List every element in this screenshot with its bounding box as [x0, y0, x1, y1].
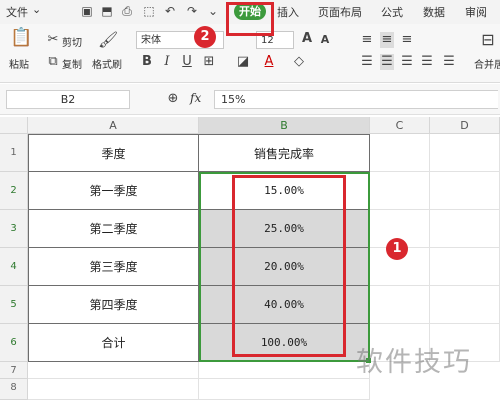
menu-file[interactable]: 文件: [6, 4, 28, 20]
row-header-5[interactable]: 5: [0, 286, 28, 324]
paste-icon[interactable]: 📋: [10, 29, 32, 47]
formula-bar: B2 ⊕ fx 15%: [0, 84, 500, 115]
italic-icon[interactable]: I: [160, 54, 174, 70]
cell-b7[interactable]: [199, 362, 370, 379]
annotation-box-home-tab: [226, 2, 274, 36]
row-header-7[interactable]: 7: [0, 362, 28, 379]
cell-c5[interactable]: [370, 286, 430, 324]
cell-d5[interactable]: [430, 286, 500, 324]
print-icon[interactable]: ⎙: [120, 4, 134, 18]
cell-a2[interactable]: 第一季度: [28, 172, 199, 210]
justify-icon[interactable]: ☰: [420, 54, 434, 70]
zoom-icon[interactable]: ⊕: [166, 91, 180, 107]
fx-icon[interactable]: fx: [190, 91, 201, 105]
more-icon[interactable]: ⌄: [206, 4, 220, 18]
cell-d2[interactable]: [430, 172, 500, 210]
name-box-value: B2: [60, 93, 76, 106]
cell-a1[interactable]: 季度: [28, 134, 199, 172]
copy-icon[interactable]: ⧉: [46, 54, 60, 70]
quarter-label: 第四季度: [89, 298, 138, 312]
column-header-a[interactable]: A: [28, 117, 199, 134]
cell-c2[interactable]: [370, 172, 430, 210]
tab-page-layout[interactable]: 页面布局: [318, 4, 362, 20]
cell-b8[interactable]: [199, 379, 370, 400]
align-top-icon[interactable]: ≡: [360, 32, 374, 48]
watermark: 软件技巧: [356, 347, 472, 378]
header-quarter: 季度: [101, 146, 126, 161]
align-left-icon[interactable]: ☰: [360, 54, 374, 70]
tab-insert[interactable]: 插入: [277, 4, 299, 20]
cell-d4[interactable]: [430, 248, 500, 286]
name-box[interactable]: B2: [6, 90, 130, 109]
export-icon[interactable]: ⬒: [100, 4, 114, 18]
redo-icon[interactable]: ↷: [185, 4, 199, 18]
cell-a7[interactable]: [28, 362, 199, 379]
row-header-6[interactable]: 6: [0, 324, 28, 362]
column-header-c[interactable]: C: [370, 117, 430, 134]
row-header-2[interactable]: 2: [0, 172, 28, 210]
cell-a6[interactable]: 合计: [28, 324, 199, 362]
distribute-icon[interactable]: ☰: [442, 54, 456, 70]
quarter-label: 第一季度: [89, 184, 138, 198]
copy-button[interactable]: 复制: [62, 56, 82, 71]
tab-data[interactable]: 数据: [423, 4, 445, 20]
chevron-down-icon[interactable]: ⌄: [32, 3, 41, 16]
cell-a4[interactable]: 第三季度: [28, 248, 199, 286]
column-header-b[interactable]: B: [199, 117, 370, 134]
total-label: 合计: [101, 336, 126, 350]
print-preview-icon[interactable]: ⬚: [142, 4, 156, 18]
align-right-icon[interactable]: ☰: [400, 54, 414, 70]
merge-center-button[interactable]: 合并居: [474, 56, 500, 71]
annotation-marker-2: 2: [194, 26, 216, 48]
cell-c1[interactable]: [370, 134, 430, 172]
font-color-icon[interactable]: A: [262, 54, 276, 70]
fill-color-icon[interactable]: ◪: [236, 54, 250, 70]
format-painter-button[interactable]: 格式刷: [92, 56, 122, 71]
merge-icon[interactable]: ⊟: [480, 32, 496, 48]
align-bottom-icon[interactable]: ≡: [400, 32, 414, 48]
format-painter-icon[interactable]: 🖌: [98, 32, 118, 48]
bold-icon[interactable]: B: [140, 54, 154, 70]
undo-icon[interactable]: ↶: [163, 4, 177, 18]
decrease-font-icon[interactable]: A: [318, 32, 332, 48]
annotation-box-values: [232, 175, 346, 357]
align-middle-icon[interactable]: ≡: [380, 32, 394, 48]
row-header-4[interactable]: 4: [0, 248, 28, 286]
cell-a3[interactable]: 第二季度: [28, 210, 199, 248]
annotation-marker-1: 1: [386, 238, 408, 260]
row-header-1[interactable]: 1: [0, 134, 28, 172]
tab-review[interactable]: 审阅: [465, 4, 487, 20]
select-all-corner[interactable]: [0, 117, 28, 134]
align-center-icon[interactable]: ☰: [380, 54, 394, 70]
scissors-icon[interactable]: ✂: [46, 32, 60, 48]
cell-d3[interactable]: [430, 210, 500, 248]
save-icon[interactable]: ▣: [80, 4, 94, 18]
paste-button[interactable]: 粘贴: [9, 56, 29, 71]
header-completion-rate: 销售完成率: [253, 146, 314, 161]
quarter-label: 第三季度: [89, 260, 138, 274]
increase-font-icon[interactable]: A: [300, 31, 314, 47]
row-header-8[interactable]: 8: [0, 379, 28, 400]
row-header-3[interactable]: 3: [0, 210, 28, 248]
clear-format-icon[interactable]: ◇: [292, 54, 306, 70]
column-header-d[interactable]: D: [430, 117, 500, 134]
formula-input[interactable]: 15%: [214, 90, 498, 109]
cell-a5[interactable]: 第四季度: [28, 286, 199, 324]
cut-button[interactable]: 剪切: [62, 34, 82, 49]
border-icon[interactable]: ⊞: [202, 54, 216, 70]
underline-icon[interactable]: U: [180, 54, 194, 70]
cell-a8[interactable]: [28, 379, 199, 400]
cell-d1[interactable]: [430, 134, 500, 172]
quarter-label: 第二季度: [89, 222, 138, 236]
tab-formulas[interactable]: 公式: [381, 4, 403, 20]
cell-b1[interactable]: 销售完成率: [199, 134, 370, 172]
